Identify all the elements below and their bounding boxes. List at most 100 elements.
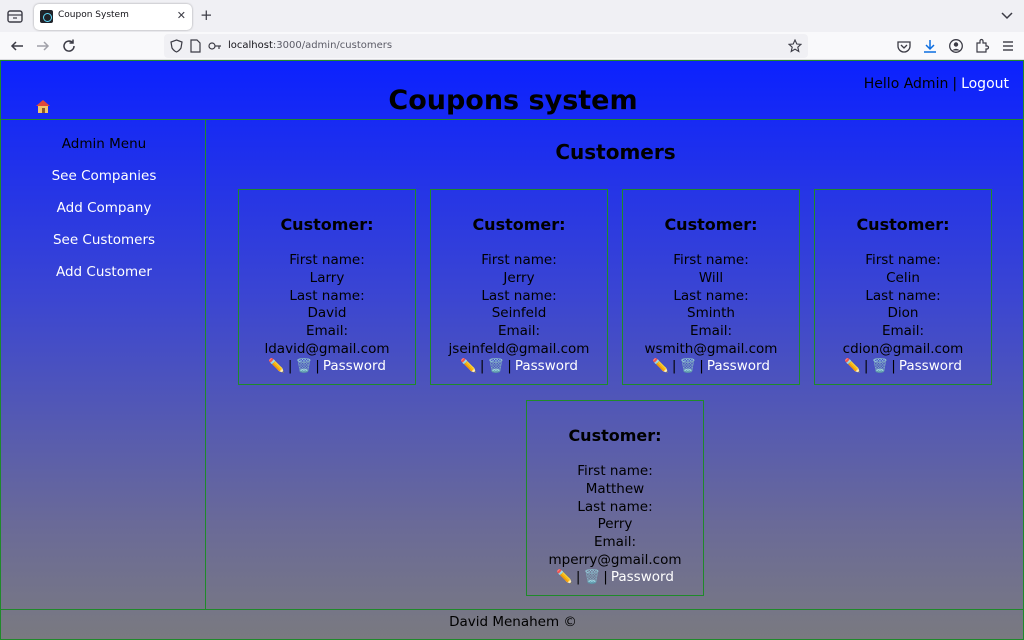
- page-icon: [190, 39, 201, 53]
- tab-title: Coupon System: [58, 10, 129, 20]
- last-name-value: David: [307, 305, 347, 322]
- page-footer: David Menahem ©: [0, 609, 1024, 640]
- sidebar-item-see-companies[interactable]: See Companies: [1, 168, 207, 184]
- url-host: localhost: [228, 40, 273, 51]
- first-name-value: Will: [698, 269, 724, 286]
- sidebar-item-add-customer[interactable]: Add Customer: [1, 264, 207, 280]
- first-name-value: Jerry: [503, 269, 535, 286]
- first-name-label: First name:: [481, 252, 557, 268]
- page: Coupons system Hello Admin | Logout Admin …: [0, 60, 1024, 640]
- password-link[interactable]: Password: [899, 358, 962, 374]
- edit-pencil-icon[interactable]: ✏️: [556, 569, 573, 585]
- card-actions: ✏️ | 🗑️ | Password: [844, 358, 962, 374]
- admin-sidebar: Admin Menu See Companies Add Company See…: [0, 119, 206, 610]
- address-bar[interactable]: localhost:3000/admin/customers: [164, 34, 808, 58]
- email-value: mperry@gmail.com: [548, 551, 682, 568]
- first-name-value: Matthew: [585, 480, 645, 497]
- password-link[interactable]: Password: [611, 569, 674, 585]
- extensions-icon[interactable]: [974, 38, 990, 54]
- back-arrow-icon[interactable]: [9, 38, 25, 54]
- email-label: Email:: [305, 323, 348, 340]
- sidebar-item-see-customers[interactable]: See Customers: [1, 232, 207, 248]
- card-heading: Customer:: [568, 426, 662, 445]
- url-text[interactable]: localhost:3000/admin/customers: [228, 40, 392, 51]
- reload-icon[interactable]: [61, 38, 77, 54]
- download-icon[interactable]: [922, 38, 938, 54]
- greeting-text: Hello Admin: [863, 76, 949, 92]
- forward-arrow-icon[interactable]: [35, 38, 51, 54]
- last-name-value: Dion: [887, 305, 919, 322]
- separator: |: [952, 76, 958, 92]
- react-icon: [40, 10, 53, 23]
- email-label: Email:: [689, 323, 732, 340]
- card-heading: Customer:: [664, 215, 758, 234]
- last-name-value: Perry: [597, 516, 633, 533]
- edit-pencil-icon[interactable]: ✏️: [268, 358, 285, 374]
- email-label: Email:: [593, 534, 636, 551]
- sidebar-item-add-company[interactable]: Add Company: [1, 200, 207, 216]
- email-value: ldavid@gmail.com: [264, 340, 390, 357]
- card-actions: ✏️ | 🗑️ | Password: [460, 358, 578, 374]
- last-name-value: Seinfeld: [491, 305, 547, 322]
- email-value: jseinfeld@gmail.com: [448, 340, 590, 357]
- edit-pencil-icon[interactable]: ✏️: [844, 358, 861, 374]
- last-name-label: Last name:: [481, 287, 557, 304]
- first-name-label: First name:: [577, 463, 653, 479]
- page-header: Coupons system Hello Admin | Logout: [0, 60, 1024, 120]
- user-greeting-area: Hello Admin | Logout: [864, 76, 1009, 92]
- delete-trash-icon[interactable]: 🗑️: [871, 358, 888, 374]
- footer-text: David Menahem ©: [449, 614, 577, 630]
- card-actions: ✏️ | 🗑️ | Password: [556, 569, 674, 585]
- customer-card: Customer: First name: Will Last name: Sm…: [622, 189, 800, 385]
- browser-nav-bar: localhost:3000/admin/customers: [0, 32, 1024, 60]
- star-icon[interactable]: [788, 39, 802, 53]
- first-name-value: Larry: [309, 269, 345, 286]
- customer-card: Customer: First name: Larry Last name: D…: [238, 189, 416, 385]
- email-value: cdion@gmail.com: [842, 340, 964, 357]
- first-name-label: First name:: [289, 252, 365, 268]
- new-tab-icon[interactable]: +: [200, 6, 213, 24]
- last-name-label: Last name:: [673, 287, 749, 304]
- pocket-icon[interactable]: [896, 38, 912, 54]
- chevron-down-icon[interactable]: [1000, 8, 1014, 22]
- customer-card: Customer: First name: Celin Last name: D…: [814, 189, 992, 385]
- card-actions: ✏️ | 🗑️ | Password: [268, 358, 386, 374]
- close-icon[interactable]: ✕: [177, 9, 186, 22]
- browser-tab[interactable]: Coupon System ✕: [34, 4, 192, 30]
- delete-trash-icon[interactable]: 🗑️: [487, 358, 504, 374]
- delete-trash-icon[interactable]: 🗑️: [583, 569, 600, 585]
- last-name-value: Sminth: [687, 305, 735, 322]
- hamburger-menu-icon[interactable]: [1000, 38, 1016, 54]
- first-name-label: First name:: [673, 252, 749, 268]
- account-icon[interactable]: [948, 38, 964, 54]
- logout-link[interactable]: Logout: [961, 76, 1009, 92]
- last-name-label: Last name:: [865, 287, 941, 304]
- password-link[interactable]: Password: [323, 358, 386, 374]
- customer-card: Customer: First name: Matthew Last name:…: [526, 400, 704, 596]
- first-name-value: Celin: [886, 269, 920, 286]
- email-value: wsmith@gmail.com: [644, 340, 778, 357]
- card-details: First name: Celin Last name: Dion Email:…: [815, 252, 991, 359]
- key-icon[interactable]: [208, 41, 222, 51]
- card-heading: Customer:: [856, 215, 950, 234]
- customer-card: Customer: First name: Jerry Last name: S…: [430, 189, 608, 385]
- card-details: First name: Matthew Last name: Perry Ema…: [527, 463, 703, 570]
- email-label: Email:: [497, 323, 540, 340]
- card-details: First name: Larry Last name: David Email…: [239, 252, 415, 359]
- edit-pencil-icon[interactable]: ✏️: [652, 358, 669, 374]
- edit-pencil-icon[interactable]: ✏️: [460, 358, 477, 374]
- admin-menu-title: Admin Menu: [61, 136, 147, 152]
- card-details: First name: Jerry Last name: Seinfeld Em…: [431, 252, 607, 359]
- last-name-label: Last name:: [289, 287, 365, 304]
- password-link[interactable]: Password: [707, 358, 770, 374]
- first-name-label: First name:: [865, 252, 941, 268]
- tab-list-icon[interactable]: [6, 7, 24, 25]
- delete-trash-icon[interactable]: 🗑️: [679, 358, 696, 374]
- password-link[interactable]: Password: [515, 358, 578, 374]
- card-actions: ✏️ | 🗑️ | Password: [652, 358, 770, 374]
- shield-icon[interactable]: [170, 39, 183, 53]
- delete-trash-icon[interactable]: 🗑️: [295, 358, 312, 374]
- main-content: Customers Customer: First name: Larry La…: [205, 119, 1024, 610]
- email-label: Email:: [881, 323, 924, 340]
- last-name-label: Last name:: [577, 498, 653, 515]
